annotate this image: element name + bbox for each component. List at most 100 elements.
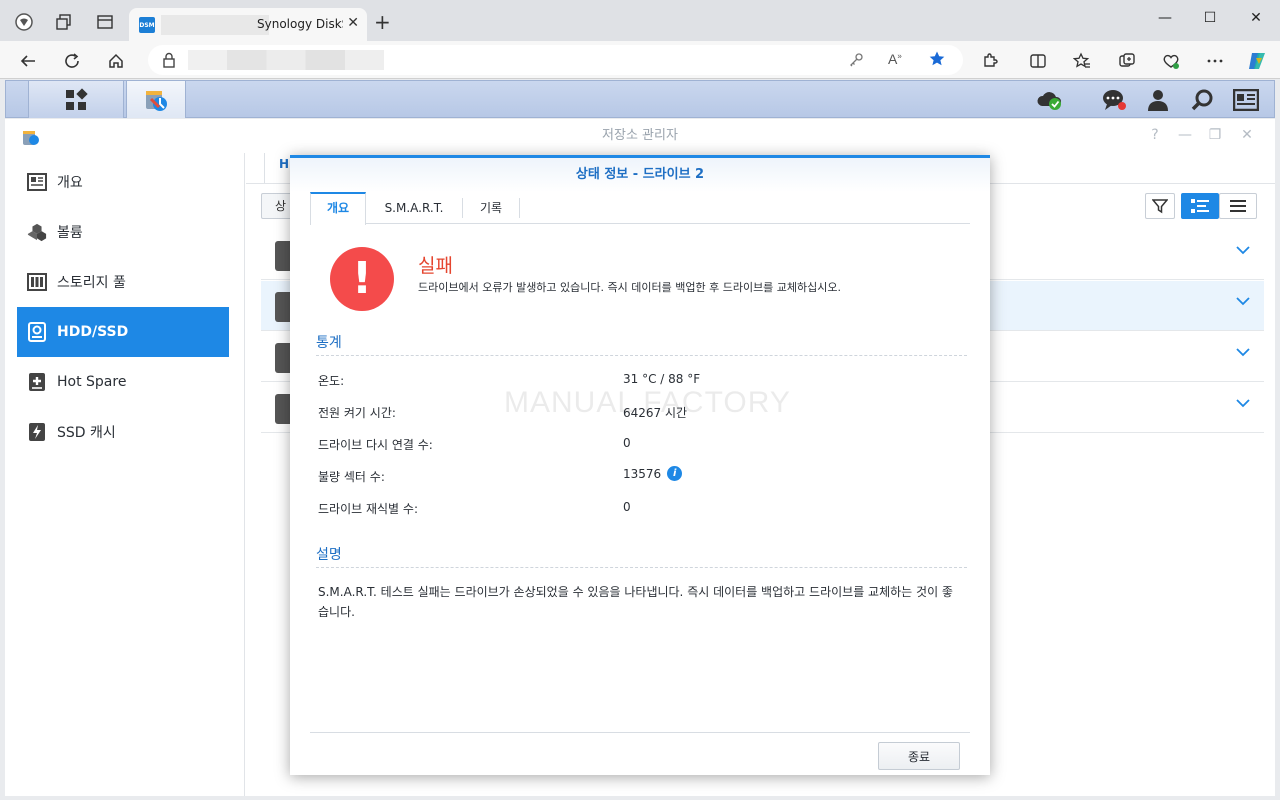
new-tab-button[interactable]: + xyxy=(374,12,391,32)
tab-actions-icon[interactable] xyxy=(91,8,119,36)
refresh-icon[interactable] xyxy=(58,47,86,75)
filter-button[interactable] xyxy=(1145,193,1175,219)
browser-tab-strip: DSM Synology DiskS ✕ + — ☐ ✕ xyxy=(0,0,1280,41)
dsm-favicon-icon: DSM xyxy=(139,17,155,33)
info-icon[interactable]: i xyxy=(667,466,683,481)
window-title-bar: 저장소 관리자 ? — ❐ ✕ xyxy=(5,119,1275,153)
failure-alert-icon: ! xyxy=(330,247,394,311)
filter-icon xyxy=(1152,199,1168,214)
detail-view-button[interactable] xyxy=(1181,193,1219,219)
workspaces-icon[interactable] xyxy=(50,8,78,36)
tab-history[interactable]: 기록 xyxy=(463,198,520,218)
sidebar-item-hdd-ssd[interactable]: HDD/SSD xyxy=(17,307,229,357)
sidebar-item-label: HDD/SSD xyxy=(57,324,129,340)
stat-value: 31 °C / 88 °F xyxy=(623,372,700,386)
more-icon[interactable] xyxy=(1201,47,1229,75)
notifications-icon[interactable] xyxy=(1100,86,1128,114)
profile-icon[interactable] xyxy=(10,8,38,36)
tab-title: Synology DiskS xyxy=(257,17,343,31)
back-icon[interactable] xyxy=(14,47,42,75)
list-view-icon xyxy=(1230,200,1246,212)
collections-icon[interactable] xyxy=(1113,47,1141,75)
minimize-button[interactable]: — xyxy=(1142,8,1188,28)
close-tab-icon[interactable]: ✕ xyxy=(347,15,359,31)
search-icon[interactable] xyxy=(1188,86,1216,114)
close-window-button[interactable]: ✕ xyxy=(1233,8,1279,28)
window-title: 저장소 관리자 xyxy=(602,128,678,143)
window-minimize-icon[interactable]: — xyxy=(1175,125,1195,145)
reidentify-count-value: 0 xyxy=(623,500,631,514)
browser-toolbar: A» xyxy=(0,41,1280,79)
status-message: 드라이브에서 오류가 발생하고 있습니다. 즉시 데이터를 백업한 후 드라이브… xyxy=(418,281,842,294)
sidebar-item-label: SSD 캐시 xyxy=(57,425,116,441)
close-button[interactable]: 종료 xyxy=(878,742,960,770)
detail-view-icon xyxy=(1191,199,1209,213)
widgets-icon[interactable] xyxy=(1232,86,1260,114)
browser-essentials-icon[interactable] xyxy=(1157,47,1185,75)
sidebar: 개요 볼륨 스토리지 풀 HDD/SSD Hot Spare SSD 캐시 xyxy=(5,153,245,796)
watermark: MANUAL FACTORY xyxy=(504,386,791,419)
main-menu-icon xyxy=(66,87,88,110)
read-aloud-icon[interactable]: A» xyxy=(888,51,902,67)
sidebar-item-label: 볼륨 xyxy=(57,225,83,241)
sidebar-item-label: 스토리지 풀 xyxy=(57,275,126,291)
hdd-icon xyxy=(27,322,47,342)
sidebar-item-hot-spare[interactable]: Hot Spare xyxy=(17,357,229,407)
window-close-icon[interactable]: ✕ xyxy=(1237,125,1257,145)
status-title: 실패 xyxy=(418,255,453,277)
list-view-button[interactable] xyxy=(1219,193,1257,219)
stat-label: 전원 켜기 시간: xyxy=(318,406,396,420)
chevron-down-icon[interactable] xyxy=(1236,398,1250,408)
dialog-footer-divider xyxy=(310,732,970,733)
storage-manager-taskbar-button[interactable] xyxy=(126,81,186,118)
home-icon[interactable] xyxy=(102,47,130,75)
chevron-down-icon[interactable] xyxy=(1236,245,1250,255)
stat-value: 0 xyxy=(623,436,631,450)
stat-label: 불량 섹터 수: xyxy=(318,470,385,484)
split-screen-icon[interactable] xyxy=(1024,47,1052,75)
favorite-star-icon[interactable] xyxy=(928,50,946,71)
volume-icon xyxy=(27,222,47,242)
help-icon[interactable]: ? xyxy=(1145,125,1165,145)
favorites-icon[interactable] xyxy=(1068,47,1096,75)
stat-value: 0 xyxy=(623,500,631,514)
browser-tab-synology[interactable]: DSM Synology DiskS ✕ xyxy=(129,8,367,41)
tab-smart[interactable]: S.M.A.R.T. xyxy=(366,198,463,218)
chevron-down-icon[interactable] xyxy=(1236,296,1250,306)
maximize-button[interactable]: ☐ xyxy=(1187,8,1233,28)
storage-manager-logo-icon xyxy=(23,131,39,145)
key-icon[interactable] xyxy=(848,52,864,71)
bad-sector-value: 13576 xyxy=(623,466,662,481)
dialog-tabs: 개요 S.M.A.R.T. 기록 xyxy=(310,192,970,225)
sidebar-item-overview[interactable]: 개요 xyxy=(17,157,229,207)
copilot-icon[interactable] xyxy=(1243,47,1271,75)
extensions-icon[interactable] xyxy=(976,47,1004,75)
stat-value: 13576 i xyxy=(623,466,683,481)
main-menu-button[interactable] xyxy=(28,81,124,118)
description-text: S.M.A.R.T. 테스트 실패는 드라이브가 손상되었을 수 있음을 나타냅… xyxy=(318,585,953,619)
tab-overview[interactable]: 개요 xyxy=(310,192,366,225)
stat-label: 드라이브 재식별 수: xyxy=(318,502,418,516)
sidebar-item-ssd-cache[interactable]: SSD 캐시 xyxy=(17,407,229,457)
blurred-url xyxy=(188,50,384,70)
storage-pool-icon xyxy=(27,272,47,292)
dsm-taskbar xyxy=(5,80,1275,118)
lock-icon xyxy=(162,52,176,71)
chevron-down-icon[interactable] xyxy=(1236,347,1250,357)
address-bar[interactable]: A» xyxy=(148,45,963,75)
user-icon[interactable] xyxy=(1144,86,1172,114)
reconnect-count-value: 0 xyxy=(623,436,631,450)
sidebar-item-volume[interactable]: 볼륨 xyxy=(17,207,229,257)
sidebar-item-label: Hot Spare xyxy=(57,374,127,390)
stat-label: 드라이브 다시 연결 수: xyxy=(318,438,433,452)
description-section-header: 설명 xyxy=(316,544,967,568)
cloud-sync-status-icon[interactable] xyxy=(1036,86,1064,114)
drive-status-dialog: 상태 정보 - 드라이브 2 개요 S.M.A.R.T. 기록 ! 실패 드라이… xyxy=(290,155,990,775)
window-restore-icon[interactable]: ❐ xyxy=(1205,125,1225,145)
ssd-cache-icon xyxy=(27,422,47,442)
blurred-tab-text xyxy=(161,15,269,35)
temperature-value: 31 °C / 88 °F xyxy=(623,372,701,386)
sidebar-item-storage-pool[interactable]: 스토리지 풀 xyxy=(17,257,229,307)
storage-manager-icon xyxy=(146,90,167,111)
hot-spare-icon xyxy=(27,372,47,392)
